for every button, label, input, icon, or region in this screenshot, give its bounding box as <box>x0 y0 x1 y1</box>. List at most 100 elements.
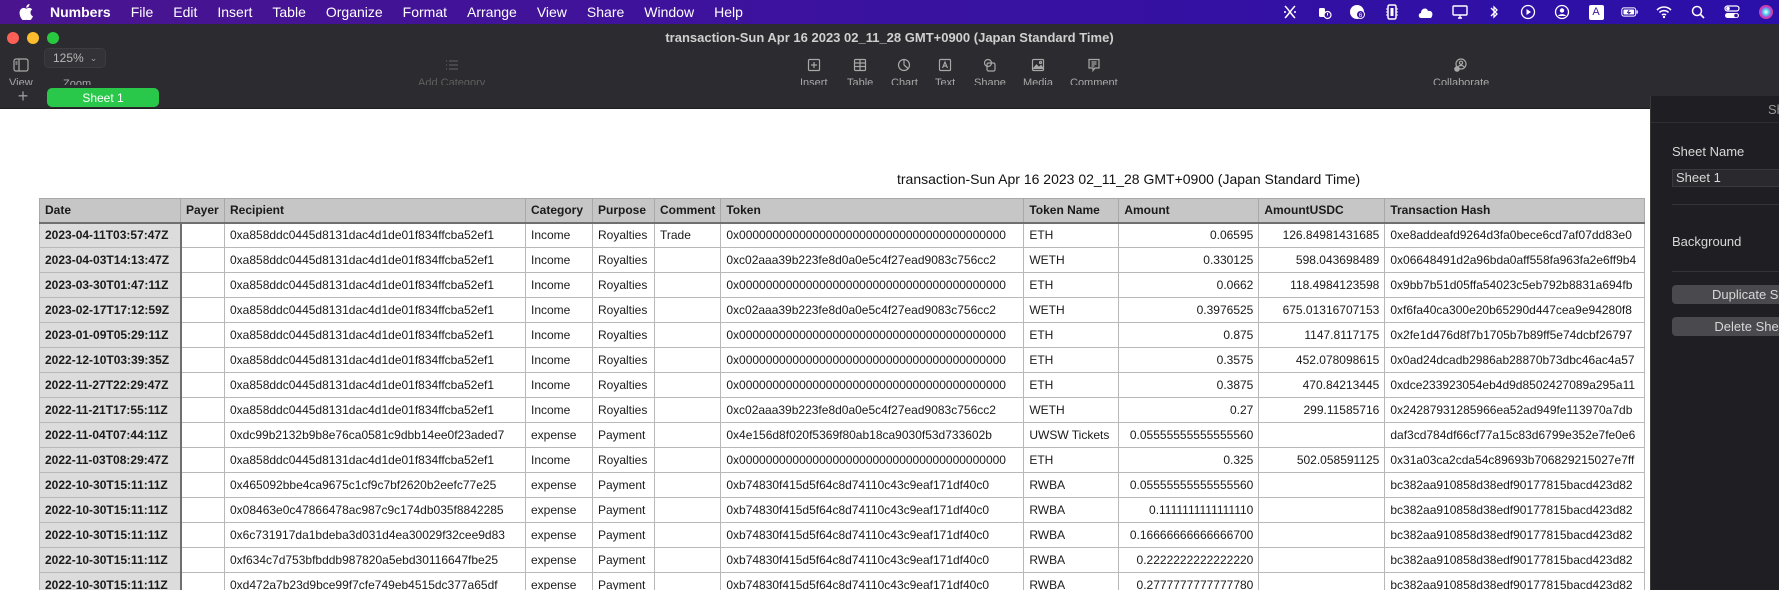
cell-recipient[interactable]: 0x6c731917da1bdeba3d031d4ea30029f32cee9d… <box>224 522 526 548</box>
menu-insert[interactable]: Insert <box>217 4 252 20</box>
cell-token-name[interactable]: ETH <box>1023 447 1120 473</box>
cell-token-name[interactable]: ETH <box>1023 372 1120 398</box>
cell-token[interactable]: 0xc02aaa39b223fe8d0a0e5c4f27ead9083c756c… <box>720 247 1025 273</box>
cell-date[interactable]: 2022-10-30T15:11:11Z <box>39 547 182 573</box>
cell-token[interactable]: 0xb74830f415d5f64c8d74110c43c9eaf171df40… <box>720 497 1025 523</box>
cell-recipient[interactable]: 0x08463e0c47866478ac987c9c174db035f88422… <box>224 497 526 523</box>
cell-comment[interactable] <box>653 322 722 348</box>
cell-payer[interactable] <box>180 522 225 548</box>
cell-date[interactable]: 2022-11-21T17:55:11Z <box>39 397 182 423</box>
cell-date[interactable]: 2022-12-10T03:39:35Z <box>39 347 182 373</box>
column-header-recipient[interactable]: Recipient <box>224 198 526 224</box>
cell-purpose[interactable]: Royalties <box>592 447 655 473</box>
cell-category[interactable]: Income <box>525 347 593 373</box>
bluetooth-icon[interactable] <box>1485 4 1503 20</box>
cell-comment[interactable] <box>653 297 722 323</box>
cell-transaction-hash[interactable]: 0xe8addeafd9264d3fa0bece6cd7af07dd83e0 <box>1384 222 1646 248</box>
column-header-purpose[interactable]: Purpose <box>592 198 655 224</box>
cell-token-name[interactable]: ETH <box>1023 272 1120 298</box>
cell-comment[interactable] <box>653 422 722 448</box>
cell-token-name[interactable]: RWBA <box>1023 497 1120 523</box>
cell-transaction-hash[interactable]: 0x9bb7b51d05ffa54023c5eb792b8831a694fb <box>1384 272 1646 298</box>
cell-recipient[interactable]: 0xd472a7b23d9bce99f7cfe749eb4515dc377a65… <box>224 572 526 590</box>
cell-token-name[interactable]: ETH <box>1023 322 1120 348</box>
cell-comment[interactable] <box>653 447 722 473</box>
cell-recipient[interactable]: 0xf634c7d753bfbddb987820a5ebd30116647fbe… <box>224 547 526 573</box>
cell-purpose[interactable]: Payment <box>592 522 655 548</box>
cell-purpose[interactable]: Payment <box>592 547 655 573</box>
cell-recipient[interactable]: 0xa858ddc0445d8131dac4d1de01f834ffcba52e… <box>224 272 526 298</box>
cell-token-name[interactable]: ETH <box>1023 347 1120 373</box>
cell-token[interactable]: 0xc02aaa39b223fe8d0a0e5c4f27ead9083c756c… <box>720 297 1025 323</box>
cell-token-name[interactable]: UWSW Tickets <box>1023 422 1120 448</box>
sheet-name-field[interactable]: Sheet 1 <box>1672 169 1779 187</box>
cell-amount-usdc[interactable] <box>1258 572 1386 590</box>
cell-category[interactable]: Income <box>525 222 593 248</box>
menu-arrange[interactable]: Arrange <box>467 4 517 20</box>
cell-token[interactable]: 0x00000000000000000000000000000000000000… <box>720 272 1025 298</box>
table-title[interactable]: transaction-Sun Apr 16 2023 02_11_28 GMT… <box>897 171 1360 187</box>
cell-payer[interactable] <box>180 297 225 323</box>
cell-amount[interactable]: 0.330125 <box>1118 247 1260 273</box>
column-header-amount-usdc[interactable]: AmountUSDC <box>1258 198 1386 224</box>
cell-transaction-hash[interactable]: bc382aa910858d38edf90177815bacd423d82 <box>1384 547 1646 573</box>
cell-date[interactable]: 2022-10-30T15:11:11Z <box>39 497 182 523</box>
cell-transaction-hash[interactable]: 0x06648491d2a96bda0aff558fa963fa2e6ff9b4 <box>1384 247 1646 273</box>
duplicate-sheet-button[interactable]: Duplicate Sheet <box>1672 285 1779 304</box>
cell-comment[interactable] <box>653 522 722 548</box>
menu-window[interactable]: Window <box>644 4 694 20</box>
cell-token[interactable]: 0x00000000000000000000000000000000000000… <box>720 322 1025 348</box>
cell-amount[interactable]: 0.27 <box>1118 397 1260 423</box>
cell-amount[interactable]: 0.16666666666666700 <box>1118 522 1260 548</box>
zoom-select[interactable]: 125% ⌄ <box>44 48 106 68</box>
cell-purpose[interactable]: Royalties <box>592 222 655 248</box>
notification-badge-icon[interactable]: 6 <box>1349 4 1367 20</box>
column-header-category[interactable]: Category <box>525 198 593 224</box>
cell-amount[interactable]: 0.3976525 <box>1118 297 1260 323</box>
cell-recipient[interactable]: 0xa858ddc0445d8131dac4d1de01f834ffcba52e… <box>224 397 526 423</box>
cell-amount-usdc[interactable]: 1147.8117175 <box>1258 322 1386 348</box>
cell-category[interactable]: Income <box>525 272 593 298</box>
cell-date[interactable]: 2023-04-11T03:57:47Z <box>39 222 182 248</box>
cell-category[interactable]: expense <box>525 547 593 573</box>
siri-icon[interactable] <box>1757 4 1775 20</box>
cell-date[interactable]: 2023-01-09T05:29:11Z <box>39 322 182 348</box>
cell-date[interactable]: 2022-10-30T15:11:11Z <box>39 572 182 590</box>
column-header-payer[interactable]: Payer <box>180 198 225 224</box>
cell-amount[interactable]: 0.3575 <box>1118 347 1260 373</box>
cell-purpose[interactable]: Royalties <box>592 397 655 423</box>
apple-menu-icon[interactable] <box>18 4 34 20</box>
sheet-tab-sheet-1[interactable]: Sheet 1 <box>47 88 159 107</box>
cell-date[interactable]: 2023-03-30T01:47:11Z <box>39 272 182 298</box>
delete-sheet-button[interactable]: Delete Sheet <box>1672 317 1779 336</box>
cell-comment[interactable] <box>653 472 722 498</box>
control-center-icon[interactable] <box>1723 4 1741 20</box>
cell-token[interactable]: 0x00000000000000000000000000000000000000… <box>720 372 1025 398</box>
cell-category[interactable]: Income <box>525 397 593 423</box>
cell-category[interactable]: expense <box>525 497 593 523</box>
cell-amount-usdc[interactable]: 126.84981431685 <box>1258 222 1386 248</box>
cell-token-name[interactable]: RWBA <box>1023 522 1120 548</box>
cell-amount-usdc[interactable]: 502.058591125 <box>1258 447 1386 473</box>
cell-payer[interactable] <box>180 497 225 523</box>
cell-comment[interactable] <box>653 247 722 273</box>
column-header-transaction-hash[interactable]: Transaction Hash <box>1384 198 1646 224</box>
cell-amount[interactable]: 0.05555555555555560 <box>1118 472 1260 498</box>
cell-amount[interactable]: 0.1111111111111110 <box>1118 497 1260 523</box>
cell-transaction-hash[interactable]: bc382aa910858d38edf90177815bacd423d82 <box>1384 522 1646 548</box>
cell-amount-usdc[interactable]: 675.01316707153 <box>1258 297 1386 323</box>
cell-purpose[interactable]: Payment <box>592 422 655 448</box>
cell-amount[interactable]: 0.05555555555555560 <box>1118 422 1260 448</box>
menu-format[interactable]: Format <box>403 4 447 20</box>
cell-transaction-hash[interactable]: 0x31a03ca2cda54c89693b706829215027e7ff <box>1384 447 1646 473</box>
cell-token-name[interactable]: ETH <box>1023 222 1120 248</box>
cell-payer[interactable] <box>180 572 225 590</box>
cell-payer[interactable] <box>180 372 225 398</box>
cell-token-name[interactable]: RWBA <box>1023 547 1120 573</box>
menu-help[interactable]: Help <box>714 4 743 20</box>
cell-purpose[interactable]: Payment <box>592 472 655 498</box>
cell-amount[interactable]: 0.325 <box>1118 447 1260 473</box>
x-tool-icon[interactable] <box>1281 4 1299 20</box>
memory-icon[interactable] <box>1383 4 1401 20</box>
cell-category[interactable]: Income <box>525 447 593 473</box>
